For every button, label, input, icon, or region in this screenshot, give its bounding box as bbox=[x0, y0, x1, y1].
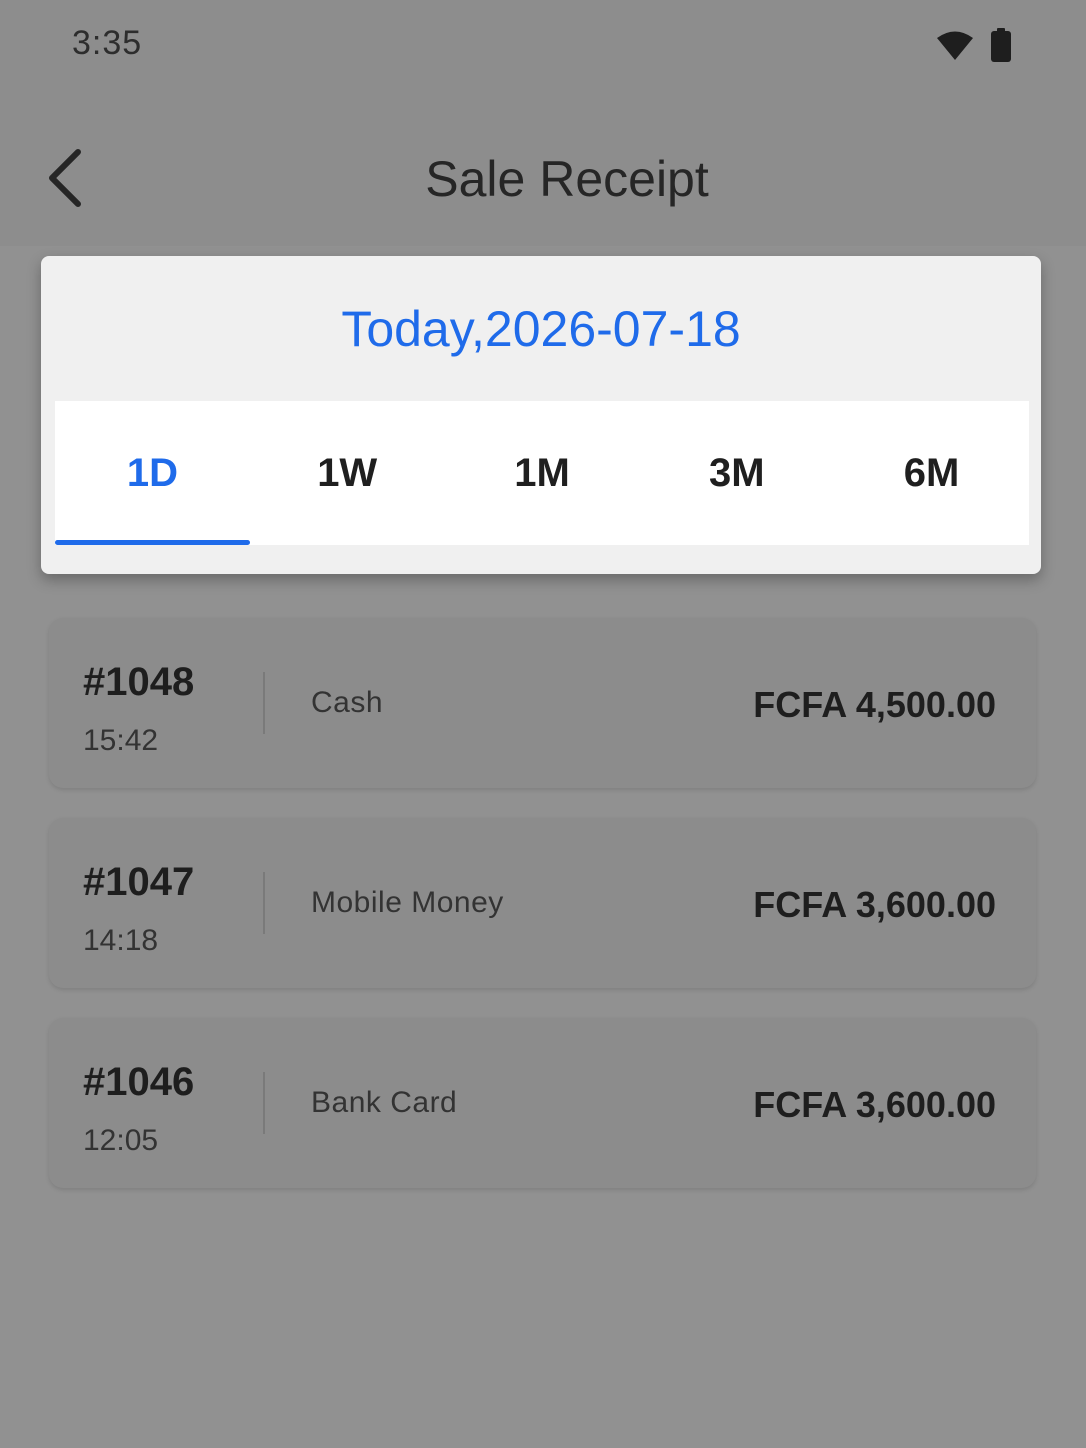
receipt-card[interactable]: #1047 14:18 Mobile Money FCFA 3,600.00 bbox=[49, 818, 1036, 988]
tab-label: 1W bbox=[317, 450, 378, 495]
receipt-card[interactable]: #1046 12:05 Bank Card FCFA 3,600.00 bbox=[49, 1018, 1036, 1188]
tab-label: 1D bbox=[126, 450, 178, 495]
tab-label: 6M bbox=[903, 450, 960, 495]
divider bbox=[263, 872, 265, 934]
receipt-amount: FCFA 3,600.00 bbox=[753, 884, 996, 925]
receipt-amount: FCFA 3,600.00 bbox=[753, 1084, 996, 1125]
tab-1d[interactable]: 1D bbox=[55, 401, 250, 545]
tab-label: 3M bbox=[709, 450, 765, 495]
tab-1w[interactable]: 1W bbox=[250, 401, 445, 545]
tab-6m[interactable]: 6M bbox=[834, 401, 1029, 545]
status-icons bbox=[936, 28, 1012, 62]
payment-method: Cash bbox=[311, 686, 384, 719]
active-tab-indicator bbox=[55, 540, 250, 545]
battery-icon bbox=[990, 28, 1012, 62]
receipt-number: #1046 bbox=[83, 1060, 195, 1104]
divider bbox=[263, 672, 265, 734]
date-range-popup: Today,2026-07-18 1D 1W 1M 3M 6M bbox=[41, 256, 1041, 574]
tab-1m[interactable]: 1M bbox=[445, 401, 640, 545]
receipt-number: #1047 bbox=[83, 860, 195, 904]
receipt-time: 14:18 bbox=[83, 924, 159, 957]
receipt-amount: FCFA 4,500.00 bbox=[753, 684, 996, 725]
receipt-time: 12:05 bbox=[83, 1124, 159, 1157]
payment-method: Bank Card bbox=[311, 1086, 458, 1119]
receipt-number: #1048 bbox=[83, 660, 195, 704]
receipt-card[interactable]: #1048 15:42 Cash FCFA 4,500.00 bbox=[49, 618, 1036, 788]
app-bar: Sale Receipt bbox=[0, 90, 1086, 246]
divider bbox=[263, 1072, 265, 1134]
receipt-time: 15:42 bbox=[83, 724, 159, 757]
status-time: 3:35 bbox=[72, 24, 143, 62]
page-title: Sale Receipt bbox=[425, 151, 709, 207]
tab-3m[interactable]: 3M bbox=[639, 401, 834, 545]
status-bar: 3:35 bbox=[0, 0, 1086, 90]
payment-method: Mobile Money bbox=[311, 886, 504, 919]
date-label[interactable]: Today,2026-07-18 bbox=[41, 300, 1041, 358]
wifi-icon bbox=[936, 29, 974, 61]
tab-label: 1M bbox=[514, 450, 570, 495]
range-tabs: 1D 1W 1M 3M 6M bbox=[55, 401, 1029, 545]
